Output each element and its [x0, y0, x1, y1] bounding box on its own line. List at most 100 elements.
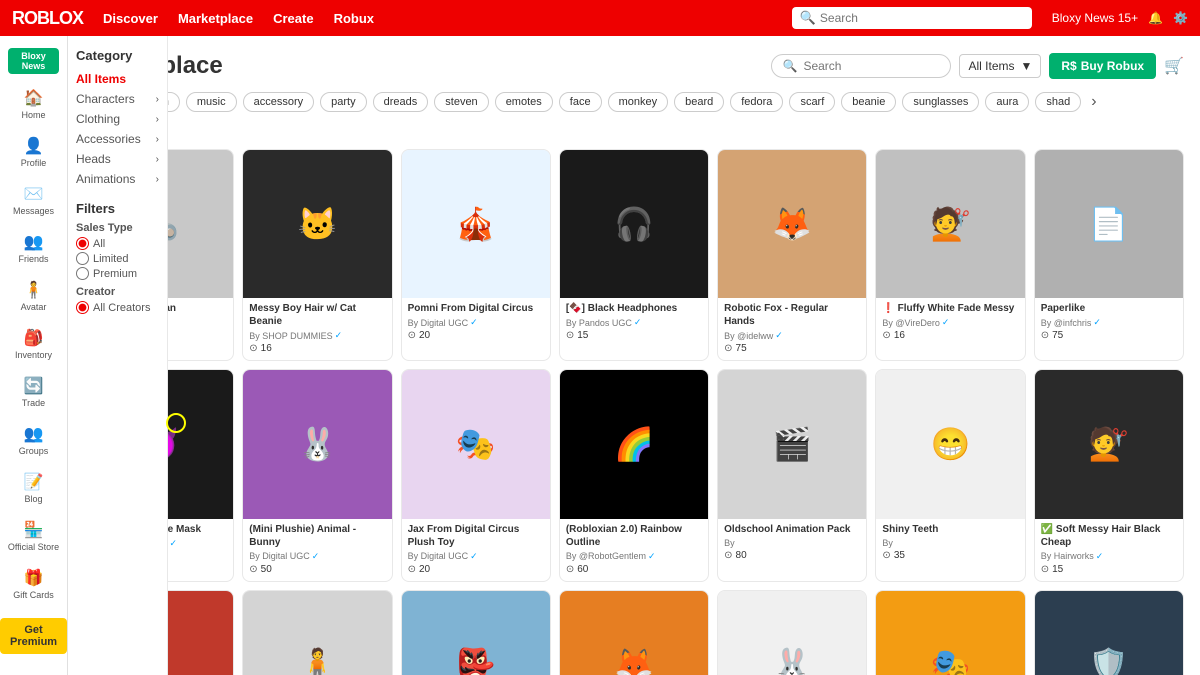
item-info: [🍫] Black Headphones By Pandos UGC ✓ ⊙ 1…	[560, 298, 708, 347]
filter-limited[interactable]: Limited	[76, 252, 159, 265]
cat-heads[interactable]: Heads ›	[76, 149, 159, 169]
sidebar-item-blog[interactable]: 📝 Blog	[4, 466, 64, 510]
filter-all-creators[interactable]: All Creators	[76, 301, 159, 314]
item-creator: By @infchris ✓	[1041, 317, 1177, 328]
settings-icon[interactable]: ⚙️	[1173, 11, 1188, 25]
item-price: ⊙ 60	[566, 564, 702, 575]
cat-animations[interactable]: Animations ›	[76, 169, 159, 189]
item-card[interactable]: 💇 ❗ Fluffy White Fade Messy By @VireDero…	[875, 149, 1025, 361]
item-info: Messy Boy Hair w/ Cat Beanie By SHOP DUM…	[243, 298, 391, 360]
tag-pill-fedora[interactable]: fedora	[730, 92, 783, 112]
cart-icon[interactable]: 🛒	[1164, 56, 1184, 76]
sidebar-item-official-store[interactable]: 🏪 Official Store	[4, 514, 64, 558]
cat-characters[interactable]: Characters ›	[76, 89, 159, 109]
item-info: Paperlike By @infchris ✓ ⊙ 75	[1035, 298, 1183, 347]
item-card[interactable]: 🌈 (Robloxian 2.0) Rainbow Outline By @Ro…	[559, 369, 709, 581]
item-name: Jax From Digital Circus Plush Toy	[408, 523, 544, 549]
tag-pill-shad[interactable]: shad	[1035, 92, 1081, 112]
tag-pill-accessory[interactable]: accessory	[243, 92, 315, 112]
sidebar-item-messages[interactable]: ✉️ Messages	[4, 178, 64, 222]
item-card[interactable]: 🧍 Robloxian 2.0 By ⊙ 15	[242, 590, 392, 675]
tags-next-arrow[interactable]: ›	[1091, 93, 1096, 111]
item-image: 🎪	[402, 150, 550, 298]
item-card[interactable]: 🦊 Foxy head By Chubby Carrots ✓ ⊙ 50	[559, 590, 709, 675]
body-layout: Bloxy News 🏠 Home 👤 Profile ✉️ Messages …	[0, 36, 1200, 675]
price-icon: ⊙	[724, 343, 732, 354]
sidebar-label-blog: Blog	[24, 494, 42, 504]
top-search-input[interactable]	[820, 7, 1024, 29]
sidebar-item-trade[interactable]: 🔄 Trade	[4, 370, 64, 414]
item-creator: By	[724, 538, 860, 548]
sidebar-item-inventory[interactable]: 🎒 Inventory	[4, 322, 64, 366]
sidebar-item-avatar[interactable]: 🧍 Avatar	[4, 274, 64, 318]
filter-all[interactable]: All	[76, 237, 159, 250]
item-price: ⊙ 35	[882, 550, 1018, 561]
item-card[interactable]: 🎧 [🍫] Black Headphones By Pandos UGC ✓ ⊙…	[559, 149, 709, 361]
buy-robux-button[interactable]: R$ Buy Robux	[1049, 53, 1156, 79]
item-creator: By Pandos UGC ✓	[566, 317, 702, 328]
nav-robux[interactable]: Robux	[334, 11, 374, 26]
category-sidebar: Category All Items Characters › Clothing…	[68, 36, 168, 675]
item-card[interactable]: 😁 Shiny Teeth By ⊙ 35	[875, 369, 1025, 581]
tag-pill-scarf[interactable]: scarf	[789, 92, 835, 112]
item-image: 🎧	[560, 150, 708, 298]
bloxy-news-logo[interactable]: Bloxy News	[8, 48, 59, 74]
sidebar-item-profile[interactable]: 👤 Profile	[4, 130, 64, 174]
messages-icon: ✉️	[24, 184, 44, 204]
item-card[interactable]: 🐰 (Mini Plushie) Animal - Bunny By Digit…	[242, 369, 392, 581]
tag-pill-aura[interactable]: aura	[985, 92, 1029, 112]
cat-clothing[interactable]: Clothing ›	[76, 109, 159, 129]
item-image: 🦊	[718, 150, 866, 298]
items-grid: 🦾 Saw Arm for Titan Cameraman By @gearsp…	[84, 149, 1184, 675]
tag-pill-emotes[interactable]: emotes	[495, 92, 553, 112]
nav-discover[interactable]: Discover	[103, 11, 158, 26]
trade-icon: 🔄	[24, 376, 44, 396]
price-value: 75	[1052, 330, 1063, 341]
item-card[interactable]: 📄 Paperlike By @infchris ✓ ⊙ 75	[1034, 149, 1184, 361]
nav-marketplace[interactable]: Marketplace	[178, 11, 253, 26]
all-items-dropdown[interactable]: All Items ▼	[959, 54, 1041, 78]
marketplace-search-input[interactable]	[803, 59, 940, 73]
item-info: (Robloxian 2.0) Rainbow Outline By @Robo…	[560, 519, 708, 581]
nav-create[interactable]: Create	[273, 11, 313, 26]
notification-icon[interactable]: 🔔	[1148, 11, 1163, 25]
item-card[interactable]: 🎪 Pomni From Digital Circus By Digital U…	[401, 149, 551, 361]
item-price: ⊙ 75	[724, 343, 860, 354]
item-card[interactable]: 🦊 Robotic Fox - Regular Hands By @idelww…	[717, 149, 867, 361]
tag-pill-party[interactable]: party	[320, 92, 366, 112]
cat-accessories[interactable]: Accessories ›	[76, 129, 159, 149]
item-card[interactable]: 🎭 Cartoony Rainbow Minions: By @penguim2…	[875, 590, 1025, 675]
nav-links: Discover Marketplace Create Robux	[103, 11, 772, 26]
tag-pill-steven[interactable]: steven	[434, 92, 488, 112]
item-creator: By Digital UGC ✓	[408, 551, 544, 562]
item-image: 🦊	[560, 591, 708, 675]
tag-pill-beanie[interactable]: beanie	[841, 92, 896, 112]
item-card[interactable]: 🐱 Messy Boy Hair w/ Cat Beanie By SHOP D…	[242, 149, 392, 361]
sidebar-item-gift-cards[interactable]: 🎁 Gift Cards	[4, 562, 64, 606]
tag-pill-monkey[interactable]: monkey	[608, 92, 669, 112]
sidebar-item-groups[interactable]: 👥 Groups	[4, 418, 64, 462]
filter-premium[interactable]: Premium	[76, 267, 159, 280]
tag-pill-dreads[interactable]: dreads	[373, 92, 429, 112]
tag-pill-music[interactable]: music	[186, 92, 237, 112]
tag-pill-sunglasses[interactable]: sunglasses	[902, 92, 979, 112]
marketplace-search[interactable]: 🔍	[771, 54, 951, 78]
item-card[interactable]: 💇 ✅ Soft Messy Hair Black Cheap By Hairw…	[1034, 369, 1184, 581]
marketplace-header: Marketplace 🔍 All Items ▼ R$ Buy Robux 🛒	[84, 52, 1184, 80]
item-card[interactable]: 🛡️ SCP Tactical Body Armor - By Protopol…	[1034, 590, 1184, 675]
get-premium-button[interactable]: Get Premium	[0, 618, 67, 654]
item-card[interactable]: 🐰 Grunge hair w/ bunny beanie in By @Arc…	[717, 590, 867, 675]
sidebar-item-home[interactable]: 🏠 Home	[4, 82, 64, 126]
item-image: 🐰	[243, 370, 391, 518]
cat-all-items[interactable]: All Items	[76, 69, 159, 89]
search-icon-main: 🔍	[782, 59, 797, 73]
item-card[interactable]: 🎭 Jax From Digital Circus Plush Toy By D…	[401, 369, 551, 581]
price-value: 60	[577, 564, 588, 575]
tag-pill-beard[interactable]: beard	[674, 92, 724, 112]
sidebar-item-friends[interactable]: 👥 Friends	[4, 226, 64, 270]
top-search[interactable]: 🔍	[792, 7, 1032, 29]
item-card[interactable]: 👺 Jogo Curse Face By PUFFALY ✓ ⊙ 50	[401, 590, 551, 675]
item-card[interactable]: 🎬 Oldschool Animation Pack By ⊙ 80	[717, 369, 867, 581]
item-creator: By @RobotGentlem ✓	[566, 551, 702, 562]
tag-pill-face[interactable]: face	[559, 92, 602, 112]
